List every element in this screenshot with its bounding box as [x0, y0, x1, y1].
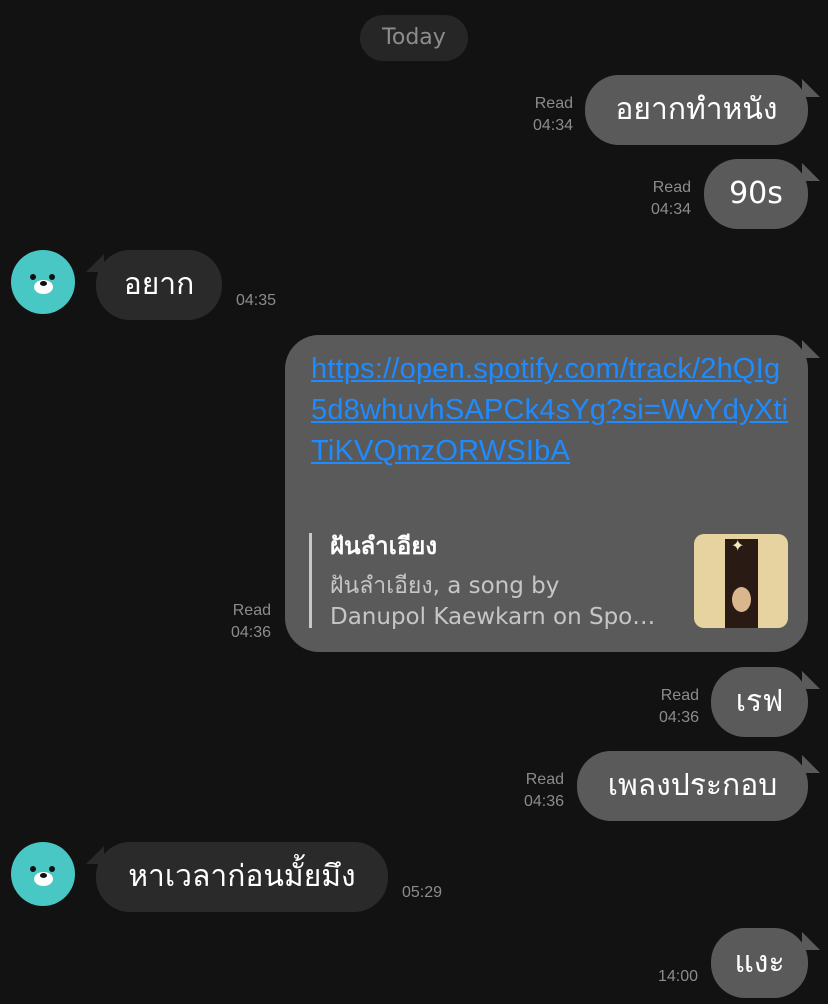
message-text: อยาก: [123, 267, 195, 302]
read-status: Read: [525, 771, 564, 788]
bubble-tail: [802, 340, 820, 358]
read-status: Read: [232, 602, 271, 619]
message-meta: Read 04:36: [212, 600, 271, 644]
bear-avatar-icon[interactable]: [11, 250, 75, 314]
message-time: 04:34: [532, 117, 573, 134]
outgoing-message[interactable]: 90s: [704, 159, 808, 229]
preview-description[interactable]: ฝันลำเอียง, a song by Danupol Kaewkarn o…: [330, 571, 680, 633]
message-text: อยากทำหนัง: [615, 92, 778, 127]
message-meta: Read 04:36: [640, 685, 699, 729]
read-status: Read: [660, 687, 699, 704]
bubble-tail: [802, 79, 820, 97]
bear-avatar-icon[interactable]: [11, 842, 75, 906]
outgoing-message[interactable]: เพลงประกอบ: [577, 751, 808, 821]
read-status: Read: [652, 179, 691, 196]
outgoing-message[interactable]: เรฟ: [711, 667, 808, 737]
message-text: เรฟ: [735, 684, 784, 719]
message-text: หาเวลาก่อนมั้ยมึง: [128, 859, 356, 894]
outgoing-message[interactable]: แงะ: [711, 928, 808, 998]
bubble-tail: [802, 671, 820, 689]
message-text: แงะ: [734, 945, 785, 980]
read-status: Read: [534, 95, 573, 112]
message-meta: 14:00: [637, 966, 698, 988]
bubble-tail: [802, 163, 820, 181]
date-separator: Today: [360, 15, 468, 61]
preview-divider: [309, 533, 312, 628]
message-text: 90s: [729, 176, 783, 211]
message-meta: Read 04:34: [510, 93, 573, 137]
message-time: 04:34: [650, 201, 691, 218]
message-meta: Read 04:34: [625, 177, 691, 221]
message-time: 14:00: [657, 968, 698, 985]
chat-screen: Today Read 04:34 อยากทำหนัง Read 04:34 9…: [0, 0, 828, 1004]
bubble-tail: [802, 932, 820, 950]
message-time: 04:36: [658, 709, 699, 726]
message-meta: 05:29: [402, 882, 462, 904]
message-meta: 04:35: [236, 290, 296, 312]
preview-title[interactable]: ฝันลำเอียง: [330, 531, 437, 561]
bubble-tail: [802, 755, 820, 773]
message-meta: Read 04:36: [505, 769, 564, 813]
outgoing-message[interactable]: อยากทำหนัง: [585, 75, 808, 145]
message-time: 05:29: [402, 884, 443, 901]
message-text: เพลงประกอบ: [607, 768, 778, 803]
message-time: 04:36: [230, 624, 271, 641]
spotify-link[interactable]: https://open.spotify.com/track/2hQIg5d8w…: [311, 349, 789, 472]
album-cover-thumbnail[interactable]: ✦: [694, 534, 788, 628]
message-time: 04:36: [523, 793, 564, 810]
message-time: 04:35: [236, 292, 277, 309]
incoming-message[interactable]: หาเวลาก่อนมั้ยมึง: [96, 842, 388, 912]
link-preview-message[interactable]: https://open.spotify.com/track/2hQIg5d8w…: [285, 335, 808, 652]
incoming-message[interactable]: อยาก: [96, 250, 222, 320]
